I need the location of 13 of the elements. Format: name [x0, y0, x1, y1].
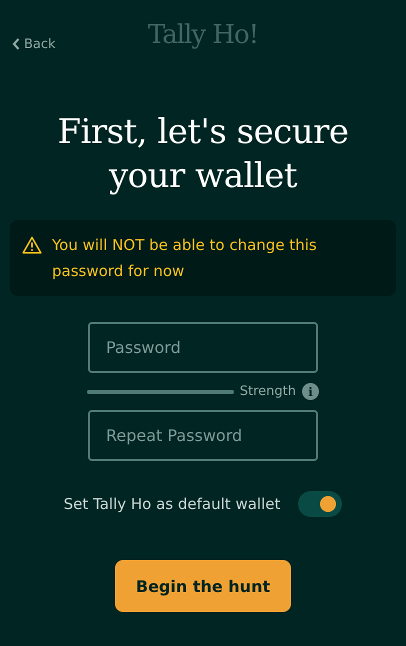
begin-hunt-button[interactable]: Begin the hunt	[115, 560, 291, 612]
default-wallet-label: Set Tally Ho as default wallet	[64, 495, 280, 514]
strength-label: Strength	[240, 384, 296, 400]
warning-icon	[22, 236, 42, 254]
info-icon[interactable]: i	[302, 383, 319, 400]
chevron-left-icon	[12, 38, 20, 50]
default-wallet-toggle[interactable]	[298, 491, 342, 518]
back-button[interactable]: Back	[12, 36, 56, 52]
page-title: First, let's secure your wallet	[56, 111, 350, 198]
password-field[interactable]: Password	[88, 322, 318, 374]
warning-text: You will NOT be able to change this password for now	[52, 235, 318, 282]
logo: Tally Ho!	[148, 20, 258, 50]
repeat-password-field[interactable]: Repeat Password	[88, 410, 318, 462]
